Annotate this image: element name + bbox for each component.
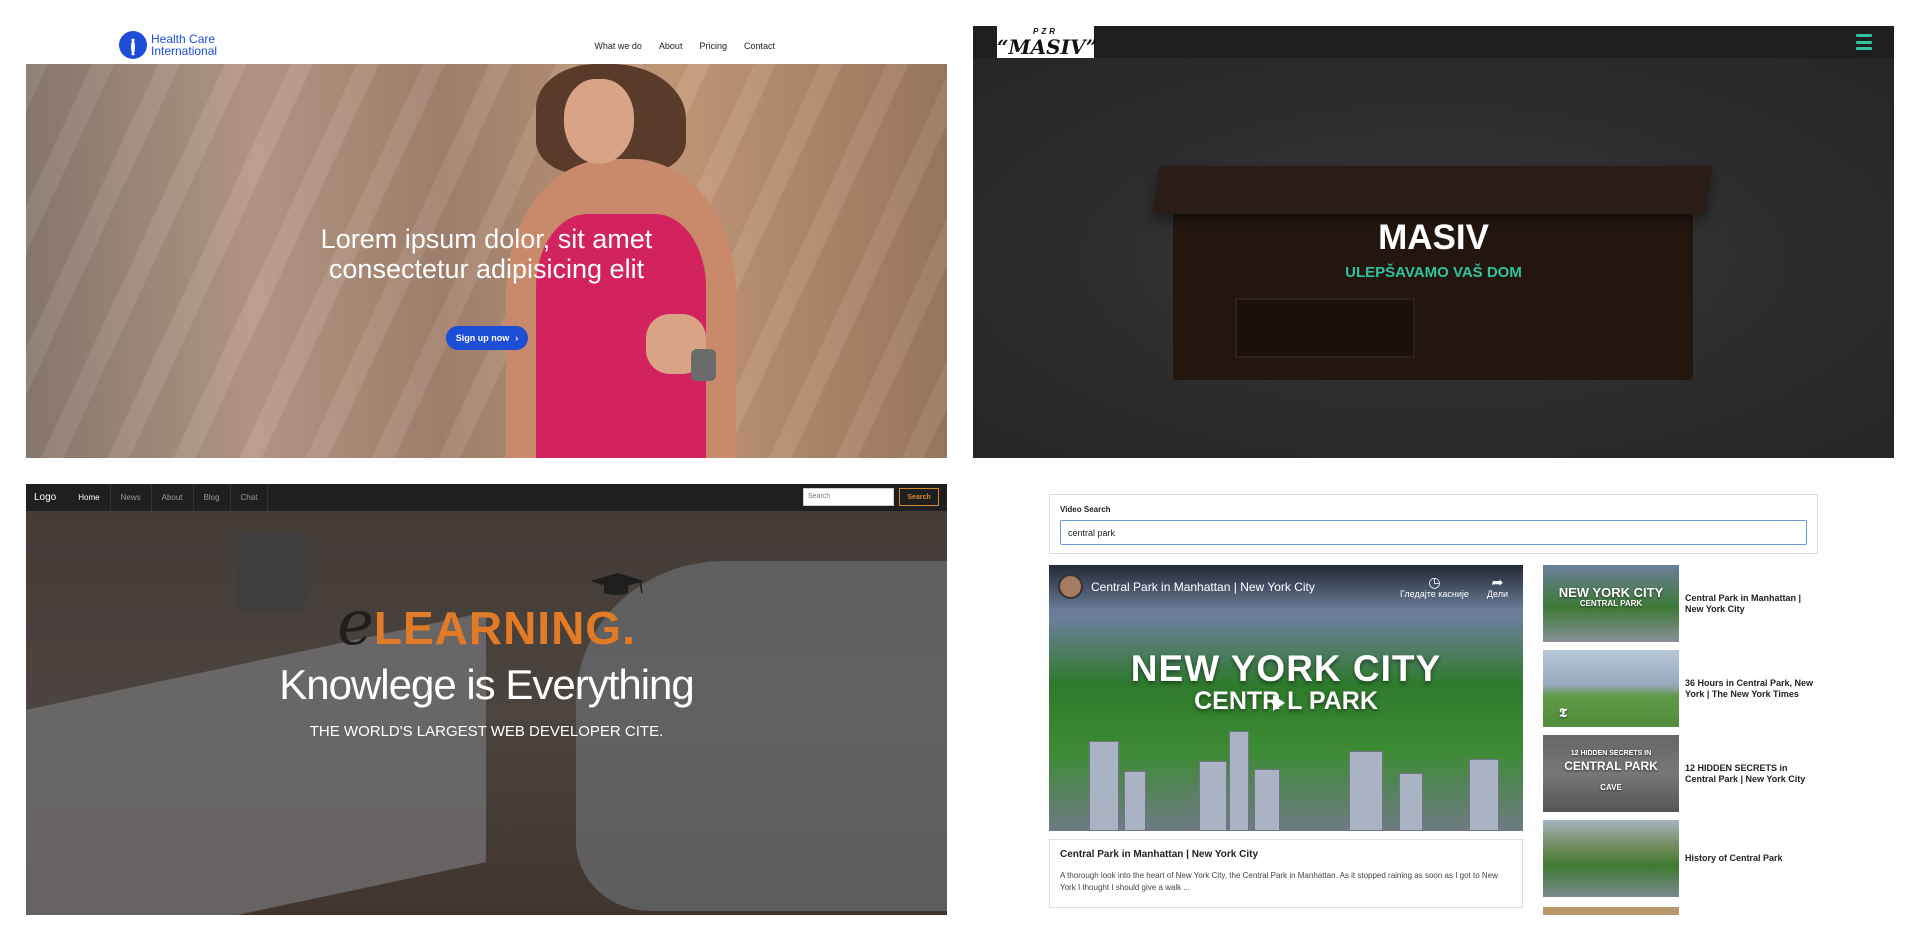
video-thumbnail[interactable]: 12 HIDDEN SECRETS IN CENTRAL PARK CAVE [1543, 735, 1679, 812]
video-thumbnail[interactable] [1543, 820, 1679, 897]
hamburger-menu-icon[interactable] [1856, 34, 1872, 50]
nav-item-chat[interactable]: Chat [231, 484, 269, 511]
video-list: NEW YORK CITY CENTRAL PARK Central Park … [1543, 565, 1823, 905]
hero-section: MASIV ULEPŠAVAMO VAŠ DOM [973, 58, 1894, 458]
logo-dot: . [622, 602, 636, 654]
search-input[interactable]: Search [803, 488, 894, 506]
video-player[interactable]: Central Park in Manhattan | New York Cit… [1049, 565, 1523, 831]
list-item-partial [1543, 907, 1679, 915]
hero-section: eLEARNING. Knowlege is Everything THE WO… [26, 511, 947, 915]
thumb-line2: CENTRAL PARK [1564, 759, 1658, 773]
sign-up-label: Sign up now [455, 333, 510, 343]
logo-learning: LEARNING [373, 602, 623, 654]
watch-later-button[interactable]: ◷ Гледајте касније [1400, 575, 1469, 599]
hero-subtitle: THE WORLD'S LARGEST WEB DEVELOPER CITE. [309, 723, 664, 740]
hero-subtitle: ULEPŠAVAMO VAŠ DOM [1345, 264, 1522, 281]
list-item-label[interactable]: History of Central Park [1679, 853, 1819, 864]
nav-item-pricing[interactable]: Pricing [699, 41, 727, 51]
logo-main: “MASIV” [997, 35, 1098, 59]
list-item-label[interactable]: Central Park in Manhattan | New York Cit… [1679, 593, 1819, 615]
nav-item-about[interactable]: About [152, 484, 194, 511]
thumb-line1: NEW YORK CITY [1558, 585, 1664, 600]
nav-item-about[interactable]: About [659, 41, 683, 51]
masiv-site: MASIV ULEPŠAVAMO VAŠ DOM PZR “MASIV” [973, 26, 1894, 458]
search-button[interactable]: Search [899, 488, 939, 506]
navbar: PZR “MASIV” [973, 26, 1894, 58]
navbar: Health Care International What we do Abo… [26, 26, 947, 64]
elearning-site: eLEARNING. Knowlege is Everything THE WO… [26, 484, 947, 915]
navbar: Logo Home News About Blog Chat Search Se… [26, 484, 947, 511]
chevron-right-icon: › [515, 333, 519, 343]
hero-section: Lorem ipsum dolor, sit amet consectetur … [26, 64, 947, 458]
video-detail-description: A thorough look into the heart of New Yo… [1060, 871, 1498, 892]
hero-title-line2: consectetur adipisicing elit [328, 254, 645, 284]
list-item[interactable]: 𝕿 36 Hours in Central Park, New York | T… [1543, 650, 1823, 727]
channel-avatar[interactable] [1058, 574, 1083, 599]
sign-up-button[interactable]: Sign up now › [446, 326, 528, 350]
search-input[interactable]: central park [1060, 520, 1807, 545]
graduation-cap-icon [590, 573, 644, 595]
logo-e: e [337, 586, 374, 659]
player-title[interactable]: Central Park in Manhattan | New York Cit… [1091, 580, 1315, 594]
video-thumbnail[interactable]: NEW YORK CITY CENTRAL PARK [1543, 565, 1679, 642]
logo-text: Health Care International [151, 33, 217, 57]
nav-item-news[interactable]: News [111, 484, 152, 511]
thumb-line3: CAVE [1600, 783, 1622, 792]
hero-title: Lorem ipsum dolor, sit amet consectetur … [26, 224, 947, 284]
furniture-top [1152, 166, 1713, 214]
thumbnail-text-line2: CENTR L PARK [1194, 687, 1378, 715]
list-item[interactable]: NEW YORK CITY CENTRAL PARK Central Park … [1543, 565, 1823, 642]
logo-mark-icon [119, 31, 147, 59]
logo-line2: International [151, 44, 218, 58]
list-item-label[interactable]: 36 Hours in Central Park, New York | The… [1679, 678, 1819, 700]
share-label: Дели [1486, 589, 1508, 599]
health-care-site: Health Care International What we do Abo… [26, 26, 947, 458]
nav-menu: What we do About Pricing Contact [594, 41, 775, 51]
nav-item-blog[interactable]: Blog [194, 484, 231, 511]
video-detail-title: Central Park in Manhattan | New York Cit… [1060, 849, 1259, 860]
brand[interactable]: Logo [26, 492, 68, 503]
clock-icon: ◷ [1428, 574, 1441, 590]
nav-item-contact[interactable]: Contact [744, 41, 775, 51]
screenshot-grid: Health Care International What we do Abo… [0, 0, 1920, 940]
video-thumbnail[interactable]: 𝕿 [1543, 650, 1679, 727]
search-label: Video Search [1060, 505, 1111, 514]
thumbnail-text-line1: NEW YORK CITY [1130, 648, 1442, 689]
furniture-drawer [1235, 298, 1415, 358]
site-logo[interactable]: PZR “MASIV” [997, 26, 1098, 59]
video-detail: Central Park in Manhattan | New York Cit… [1049, 839, 1523, 908]
thumb-line1: 12 HIDDEN SECRETS IN [1570, 750, 1652, 757]
search-box: Video Search central park [1049, 494, 1818, 554]
share-button[interactable]: ➦ Дели [1487, 575, 1508, 599]
play-icon[interactable] [1273, 695, 1285, 711]
nav-item-home[interactable]: Home [68, 484, 111, 511]
hero-title: MASIV [1378, 218, 1489, 257]
list-item-label[interactable]: 12 HIDDEN SECRETS in Central Park | New … [1679, 763, 1819, 785]
video-search-app: Video Search central park Central Park i… [973, 484, 1894, 915]
player-controls: ◷ Гледајте касније ➦ Дели [1400, 575, 1508, 599]
hero-title: Knowlege is Everything [279, 661, 695, 708]
list-item[interactable]: 12 HIDDEN SECRETS IN CENTRAL PARK CAVE 1… [1543, 735, 1823, 812]
hero-title-line1: Lorem ipsum dolor, sit amet [320, 224, 653, 254]
list-item[interactable]: History of Central Park [1543, 820, 1823, 897]
watch-later-label: Гледајте касније [1400, 589, 1469, 599]
elearning-logo: eLEARNING. [26, 586, 947, 659]
thumb-line2: CENTRAL PARK [1579, 599, 1643, 608]
nyt-logo-icon: 𝕿 [1559, 705, 1567, 720]
nav-item-what-we-do[interactable]: What we do [594, 41, 642, 51]
site-logo[interactable]: Health Care International [119, 30, 217, 60]
share-icon: ➦ [1491, 574, 1504, 590]
